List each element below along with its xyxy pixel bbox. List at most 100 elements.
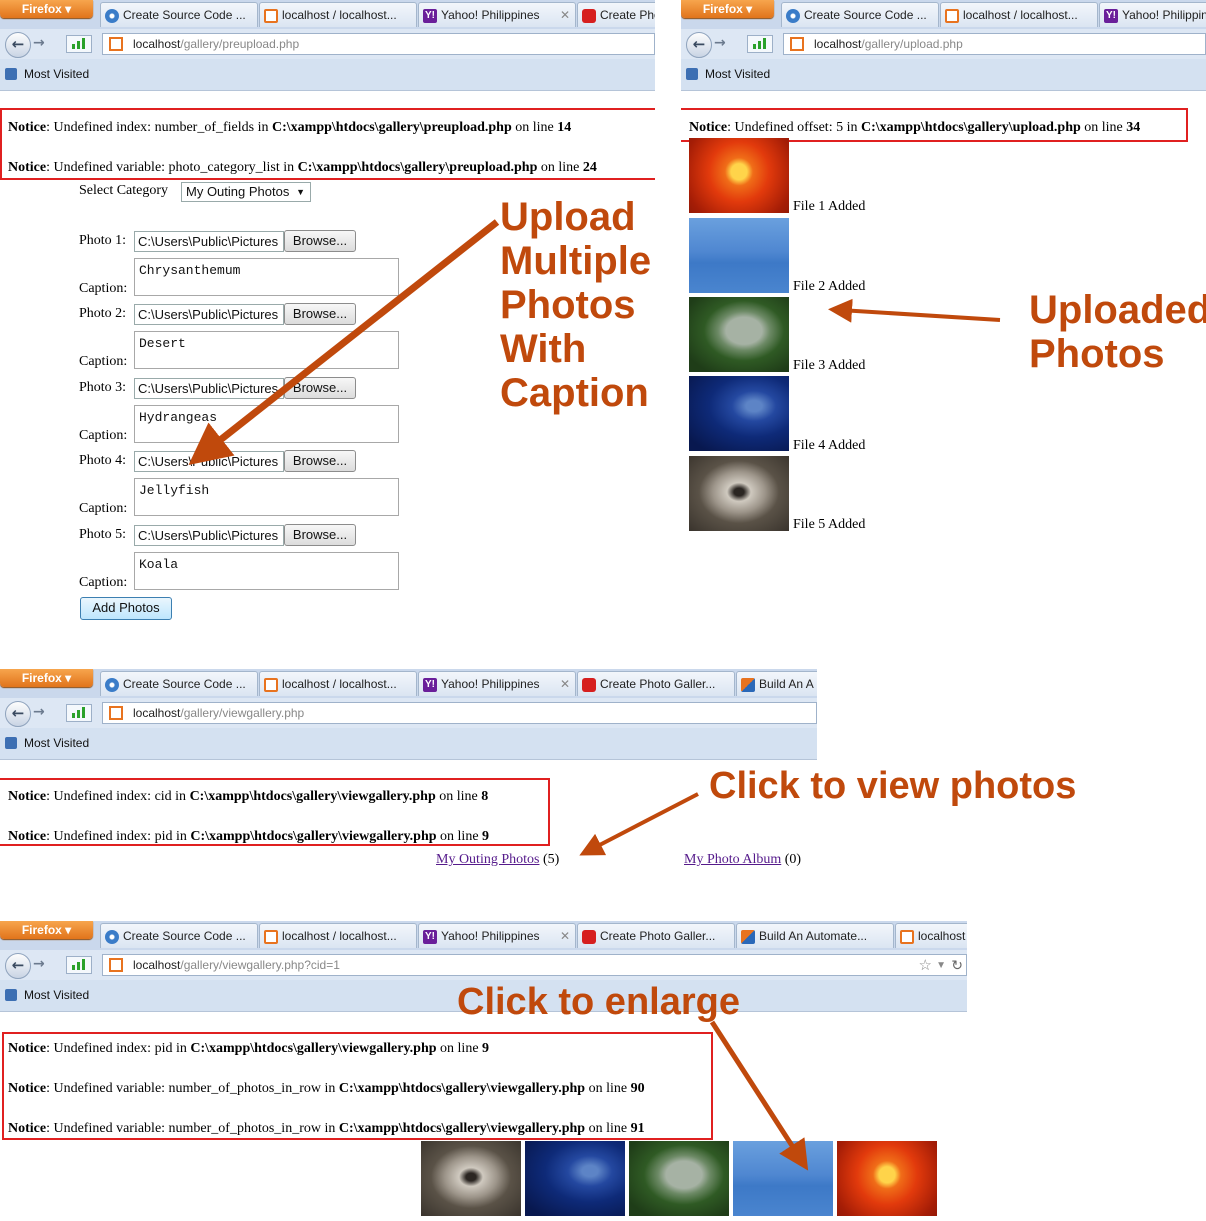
photo-file-input[interactable]: C:\Users\Public\Pictures bbox=[134, 304, 284, 325]
photo-label: Photo 4: bbox=[79, 453, 127, 468]
most-visited-link[interactable]: Most Visited bbox=[24, 67, 89, 81]
category-select[interactable]: My Outing Photos ▼ bbox=[181, 182, 311, 202]
tab-bar: Firefox ▾ Create Source Code ... localho… bbox=[0, 669, 817, 699]
notice-line: Notice: Undefined index: cid in C:\xampp… bbox=[8, 789, 489, 804]
caption-textarea[interactable]: Chrysanthemum bbox=[134, 258, 399, 296]
address-bar[interactable]: localhost/gallery/preupload.php bbox=[102, 33, 655, 55]
file-added-text: File 3 Added bbox=[793, 358, 866, 373]
tab-localhost[interactable]: localhost / localhost... bbox=[259, 923, 417, 948]
browse-button[interactable]: Browse... bbox=[284, 450, 356, 472]
signal-icon bbox=[66, 704, 92, 722]
tab-localhost[interactable]: localhost / localhost... bbox=[940, 2, 1098, 27]
dropdown-arrow-icon[interactable]: ▼ bbox=[936, 955, 946, 976]
gallery-thumbnail-desert[interactable] bbox=[733, 1141, 833, 1216]
photo-label: Photo 5: bbox=[79, 527, 127, 542]
notice-line: Notice: Undefined index: pid in C:\xampp… bbox=[8, 829, 490, 844]
firefox-menu-button[interactable]: Firefox ▾ bbox=[681, 0, 774, 18]
signal-icon bbox=[66, 956, 92, 974]
notice-line: Notice: Undefined variable: number_of_ph… bbox=[8, 1081, 645, 1096]
caption-label: Caption: bbox=[79, 501, 128, 516]
browse-button[interactable]: Browse... bbox=[284, 303, 356, 325]
photo-file-input[interactable]: C:\Users\Public\Pictures bbox=[134, 525, 284, 546]
tab-yahoo[interactable]: Y! Yahoo! Philippin bbox=[1099, 2, 1206, 27]
site-favicon bbox=[109, 958, 123, 972]
most-visited-link[interactable]: Most Visited bbox=[705, 67, 770, 81]
caption-textarea[interactable]: Desert bbox=[134, 331, 399, 369]
notice-line: Notice: Undefined index: number_of_field… bbox=[8, 120, 572, 135]
xampp-icon bbox=[264, 678, 278, 692]
most-visited-link[interactable]: Most Visited bbox=[24, 736, 89, 750]
add-photos-button[interactable]: Add Photos bbox=[80, 597, 172, 620]
gallery-thumbnail-koala[interactable] bbox=[421, 1141, 521, 1216]
tab-create-photo[interactable]: Create Photo Galler... bbox=[577, 671, 735, 696]
forward-arrow-icon[interactable]: → bbox=[714, 35, 726, 51]
browse-button[interactable]: Browse... bbox=[284, 230, 356, 252]
tab-localhost[interactable]: localhost / localhost... bbox=[259, 2, 417, 27]
photo-file-input[interactable]: C:\Users\Public\Pictures bbox=[134, 378, 284, 399]
address-bar[interactable]: localhost/gallery/viewgallery.php bbox=[102, 702, 817, 724]
firefox-label: Firefox bbox=[21, 2, 62, 16]
caption-label: Caption: bbox=[79, 575, 128, 590]
tab-create-source-code[interactable]: Create Source Code ... bbox=[100, 671, 258, 696]
notice-line: Notice: Undefined index: pid in C:\xampp… bbox=[8, 1041, 490, 1056]
tab-create-source-code[interactable]: Create Source Code ... bbox=[781, 2, 939, 27]
photo-thumbnail-desert bbox=[689, 218, 789, 293]
file-added-text: File 5 Added bbox=[793, 517, 866, 532]
browser-window-viewgallery: Firefox ▾ Create Source Code ... localho… bbox=[0, 669, 817, 879]
back-arrow-icon[interactable]: ← bbox=[5, 953, 31, 979]
file-added-text: File 4 Added bbox=[793, 438, 866, 453]
address-bar[interactable]: localhost/gallery/upload.php bbox=[783, 33, 1206, 55]
tab-create-photo[interactable]: Create Photo Galler... bbox=[577, 923, 735, 948]
bookmark-star-icon[interactable]: ☆ bbox=[919, 955, 932, 976]
tab-create-source-code[interactable]: Create Source Code ... bbox=[100, 2, 258, 27]
caption-label: Caption: bbox=[79, 354, 128, 369]
close-tab-icon[interactable]: ✕ bbox=[560, 924, 570, 948]
reload-icon[interactable]: ↻ bbox=[951, 955, 963, 976]
site-favicon bbox=[790, 37, 804, 51]
firefox-menu-button[interactable]: Firefox ▾ bbox=[0, 921, 93, 939]
back-arrow-icon[interactable]: ← bbox=[5, 32, 31, 58]
caption-label: Caption: bbox=[79, 428, 128, 443]
build-icon bbox=[741, 930, 755, 944]
tab-build-automate[interactable]: Build An Automate... bbox=[736, 923, 894, 948]
album-entry: My Photo Album (0) bbox=[684, 852, 801, 868]
annotation-uploaded-photos: Uploaded Photos bbox=[1029, 288, 1206, 376]
caption-textarea[interactable]: Hydrangeas bbox=[134, 405, 399, 443]
firefox-menu-button[interactable]: Firefox ▾ bbox=[0, 0, 93, 18]
address-bar[interactable]: localhost/gallery/viewgallery.php?cid=1 … bbox=[102, 954, 967, 976]
forward-arrow-icon[interactable]: → bbox=[33, 956, 45, 972]
gallery-thumbnail-chrysanthemum[interactable] bbox=[837, 1141, 937, 1216]
album-link-outing-photos[interactable]: My Outing Photos bbox=[436, 852, 539, 867]
xampp-icon bbox=[900, 930, 914, 944]
firefox-menu-button[interactable]: Firefox ▾ bbox=[0, 669, 93, 687]
browser-window-upload: Firefox ▾ Create Source Code ... localho… bbox=[681, 0, 1206, 545]
tab-create-source-code[interactable]: Create Source Code ... bbox=[100, 923, 258, 948]
gallery-thumbnail-jellyfish[interactable] bbox=[525, 1141, 625, 1216]
browse-button[interactable]: Browse... bbox=[284, 377, 356, 399]
photo-file-input[interactable]: C:\Users\Public\Pictures bbox=[134, 231, 284, 252]
tab-localhost[interactable]: localhost / localhost... bbox=[259, 671, 417, 696]
bookmarks-bar: Most Visited bbox=[681, 59, 1206, 91]
gallery-thumbnail-hydrangeas[interactable] bbox=[629, 1141, 729, 1216]
close-tab-icon[interactable]: ✕ bbox=[560, 3, 570, 27]
tab-build-an[interactable]: Build An A bbox=[736, 671, 817, 696]
notice-line: Notice: Undefined variable: number_of_ph… bbox=[8, 1121, 645, 1136]
album-link-photo-album[interactable]: My Photo Album bbox=[684, 852, 781, 867]
bookmark-icon bbox=[5, 989, 17, 1001]
caption-textarea[interactable]: Jellyfish bbox=[134, 478, 399, 516]
chrome-icon bbox=[105, 930, 119, 944]
caption-textarea[interactable]: Koala bbox=[134, 552, 399, 590]
forward-arrow-icon[interactable]: → bbox=[33, 35, 45, 51]
back-arrow-icon[interactable]: ← bbox=[686, 32, 712, 58]
photo-file-input[interactable]: C:\Users\Public\Pictures bbox=[134, 451, 284, 472]
close-tab-icon[interactable]: ✕ bbox=[560, 672, 570, 696]
tab-yahoo[interactable]: Y! Yahoo! Philippines ✕ bbox=[418, 671, 576, 696]
forward-arrow-icon[interactable]: → bbox=[33, 704, 45, 720]
tab-create-photo[interactable]: Create Pho bbox=[577, 2, 655, 27]
tab-yahoo[interactable]: Y! Yahoo! Philippines ✕ bbox=[418, 923, 576, 948]
tab-yahoo[interactable]: Y! Yahoo! Philippines ✕ bbox=[418, 2, 576, 27]
back-arrow-icon[interactable]: ← bbox=[5, 701, 31, 727]
tab-localhost-2[interactable]: localhost bbox=[895, 923, 967, 948]
browse-button[interactable]: Browse... bbox=[284, 524, 356, 546]
most-visited-link[interactable]: Most Visited bbox=[24, 988, 89, 1002]
